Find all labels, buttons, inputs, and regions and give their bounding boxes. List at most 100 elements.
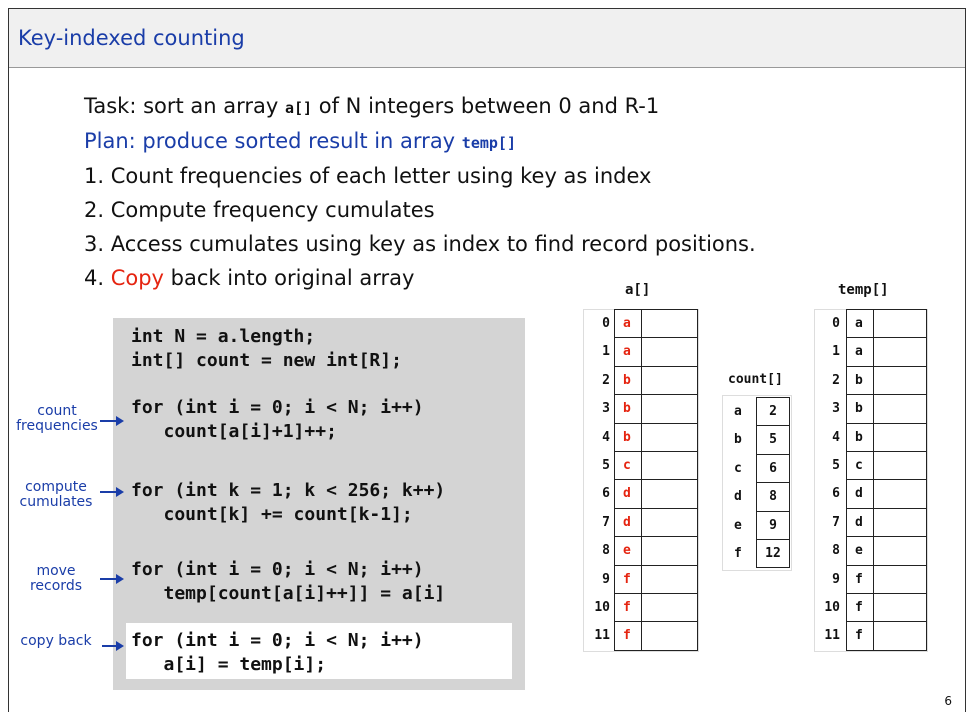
value-cell [873, 394, 927, 424]
step-3: 3. Access cumulates using key as index t… [84, 232, 756, 256]
count-value: 8 [769, 489, 777, 505]
value-cell [873, 593, 927, 623]
array-index: 2 [832, 372, 840, 388]
array-index: 6 [602, 486, 610, 502]
code-line: int[] count = new int[R]; [131, 350, 402, 371]
value-cell [641, 365, 698, 396]
array-index: 5 [602, 458, 610, 473]
step-4: 4. Copy back into original array [84, 266, 414, 290]
key-letter: a [623, 344, 631, 360]
code-line: for (int i = 0; i < N; i++) [131, 559, 424, 580]
array-index: 3 [602, 401, 610, 417]
key-letter: c [855, 458, 863, 473]
count-frequencies-label: count frequencies [14, 404, 100, 434]
array-index: 4 [602, 429, 610, 445]
key-letter: d [855, 514, 863, 530]
value-cell [641, 337, 698, 367]
count-array-label: count[] [728, 372, 783, 387]
a-array-label: a[] [625, 282, 651, 298]
array-index: 9 [602, 571, 610, 587]
array-index: 11 [594, 628, 610, 644]
value-cell [873, 507, 927, 538]
array-index: 10 [594, 600, 610, 615]
array-index: 0 [602, 316, 610, 331]
count-key: e [734, 517, 742, 533]
array-index: 11 [824, 628, 840, 644]
value-cell [873, 365, 927, 396]
key-letter: b [855, 429, 863, 445]
key-letter: e [623, 543, 631, 559]
task-prefix: Task: sort an array [84, 94, 285, 118]
value-cell [873, 451, 927, 481]
array-index: 1 [832, 344, 840, 360]
key-letter: b [623, 401, 631, 417]
key-letter: b [623, 429, 631, 445]
code-line: int N = a.length; [131, 326, 316, 347]
value-cell [641, 564, 698, 594]
code-line: count[a[i]+1]++; [131, 421, 337, 442]
step-4-rest: back into original array [164, 266, 415, 290]
step-1: 1. Count frequencies of each letter usin… [84, 164, 652, 188]
value-cell [641, 422, 698, 452]
array-index: 9 [832, 571, 840, 587]
plan-array: temp[] [461, 134, 516, 152]
array-index: 2 [602, 372, 610, 388]
value-cell [641, 451, 698, 481]
count-key: f [734, 546, 742, 561]
key-letter: b [855, 401, 863, 417]
value-cell [641, 309, 698, 339]
temp-array-label: temp[] [838, 282, 889, 298]
count-value: 2 [769, 404, 777, 419]
arrow-icon [102, 641, 124, 651]
compute-cumulates-label: compute cumulates [16, 480, 96, 510]
side-label-line: count [37, 403, 77, 419]
count-value: 9 [769, 517, 777, 533]
value-cell [873, 621, 927, 651]
code-line: temp[count[a[i]++]] = a[i] [131, 583, 446, 604]
count-value: 12 [765, 546, 781, 561]
step-4-copy: Copy [110, 266, 164, 290]
task-suffix: of N integers between 0 and R-1 [312, 94, 660, 118]
side-label-line: move [36, 563, 76, 579]
array-index: 3 [832, 401, 840, 417]
count-key: b [734, 432, 742, 448]
value-cell [641, 394, 698, 424]
count-value: 6 [769, 460, 777, 476]
copy-back-label: copy back [14, 634, 98, 649]
array-index: 10 [824, 600, 840, 615]
key-letter: c [623, 458, 631, 473]
value-cell [873, 564, 927, 594]
value-cell [873, 536, 927, 566]
move-records-label: move records [16, 564, 96, 594]
count-key: c [734, 460, 742, 476]
array-index: 8 [602, 543, 610, 559]
side-label-line: compute [25, 479, 87, 495]
value-cell [873, 479, 927, 509]
key-letter: f [623, 600, 631, 615]
value-cell [641, 536, 698, 566]
count-value: 5 [769, 432, 777, 448]
array-index: 5 [832, 458, 840, 473]
value-cell [641, 479, 698, 509]
key-letter: a [855, 316, 863, 331]
step-4-num: 4. [84, 266, 111, 290]
code-line: count[k] += count[k-1]; [131, 504, 413, 525]
key-letter: b [855, 372, 863, 388]
array-index: 6 [832, 486, 840, 502]
task-array: a[] [285, 99, 313, 117]
key-letter: d [623, 486, 631, 502]
arrow-icon [100, 416, 124, 426]
value-cell [873, 309, 927, 339]
value-cell [873, 337, 927, 367]
key-letter: f [855, 571, 863, 587]
task-line: Task: sort an array a[] of N integers be… [84, 94, 659, 118]
array-index: 4 [832, 429, 840, 445]
side-label-line: records [29, 578, 82, 594]
code-line: for (int i = 0; i < N; i++) [131, 397, 424, 418]
arrow-icon [100, 487, 124, 497]
array-index: 7 [602, 514, 610, 530]
slide-title: Key-indexed counting [18, 26, 245, 50]
key-letter: f [855, 628, 863, 644]
code-line: for (int k = 1; k < 256; k++) [131, 480, 446, 501]
side-label-line: frequencies [16, 418, 98, 434]
